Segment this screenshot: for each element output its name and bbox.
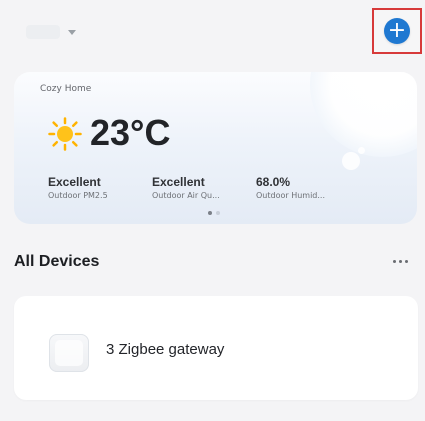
metric-value: Excellent — [152, 175, 205, 189]
metric-label: Outdoor Air Qu... — [152, 191, 220, 200]
metric-value: 68.0% — [256, 175, 291, 189]
background-bubble — [342, 152, 360, 170]
device-card-zigbee-gateway[interactable]: 3 Zigbee gateway — [14, 296, 418, 400]
weather-card[interactable]: Cozy Home 23°C Excellent Outdoor PM2.5 E… — [14, 72, 417, 224]
home-selector[interactable] — [26, 22, 88, 42]
pager-dots — [208, 211, 220, 215]
metric-outdoor-air-quality: Excellent Outdoor Air Qu... — [152, 175, 220, 200]
metric-label: Outdoor PM2.5 — [48, 191, 108, 200]
pager-dot-active — [208, 211, 212, 215]
metric-label: Outdoor Humid... — [256, 191, 326, 200]
home-label: Cozy Home — [40, 84, 92, 94]
more-options-button[interactable] — [388, 254, 412, 268]
metric-outdoor-humidity: 68.0% Outdoor Humid... — [256, 175, 325, 200]
device-name: 3 Zigbee gateway — [106, 341, 225, 358]
metric-outdoor-pm25: Excellent Outdoor PM2.5 — [48, 175, 108, 200]
pager-dot — [216, 211, 220, 215]
more-dot — [398, 259, 402, 263]
add-button-highlight: + — [372, 8, 422, 54]
temperature-value: 23°C — [90, 112, 171, 153]
background-glow — [310, 72, 417, 157]
all-devices-title: All Devices — [14, 253, 100, 270]
background-bubble — [358, 147, 365, 154]
metric-value: Excellent — [48, 175, 101, 189]
plus-icon: + — [387, 18, 407, 43]
more-dot — [404, 259, 408, 263]
zigbee-gateway-icon — [49, 334, 89, 372]
add-button[interactable]: + — [384, 18, 410, 44]
home-selector-label — [26, 25, 60, 39]
top-bar: + — [0, 0, 425, 62]
chevron-down-icon — [68, 29, 76, 35]
more-dot — [392, 259, 396, 263]
sun-icon — [48, 117, 82, 151]
